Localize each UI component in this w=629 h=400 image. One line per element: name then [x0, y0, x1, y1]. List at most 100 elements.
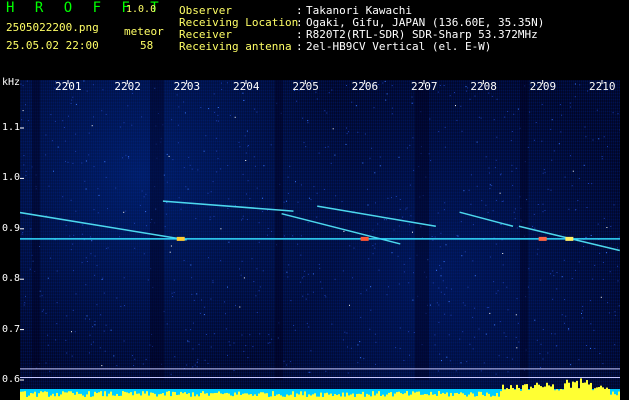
- noise-pixel: [286, 364, 288, 366]
- noise-pixel: [178, 197, 180, 199]
- noise-pixel: [116, 365, 118, 367]
- noise-pixel: [511, 164, 513, 166]
- noise-pixel: [347, 346, 348, 348]
- level-bar: [382, 394, 384, 400]
- noise-pixel: [128, 156, 130, 158]
- noise-pixel: [457, 235, 459, 237]
- noise-pixel: [439, 246, 441, 248]
- level-bar: [180, 391, 182, 400]
- noise-pixel: [578, 359, 580, 361]
- noise-pixel: [403, 360, 405, 361]
- noise-pixel: [220, 260, 222, 262]
- noise-pixel: [533, 213, 535, 215]
- level-bar: [42, 392, 44, 400]
- noise-pixel: [412, 137, 414, 139]
- noise-pixel: [444, 293, 446, 295]
- noise-pixel: [227, 354, 228, 356]
- level-bar: [264, 393, 266, 400]
- noise-pixel: [572, 170, 574, 172]
- noise-pixel: [185, 329, 187, 331]
- noise-pixel: [564, 299, 566, 301]
- level-bar: [494, 396, 496, 400]
- noise-pixel: [228, 341, 230, 343]
- noise-pixel: [456, 119, 458, 121]
- level-bar: [162, 393, 164, 400]
- level-bar: [366, 393, 368, 400]
- noise-pixel: [582, 317, 584, 319]
- noise-pixel: [90, 343, 92, 345]
- noise-pixel: [192, 322, 194, 324]
- level-bar: [126, 392, 128, 400]
- level-bar: [290, 394, 292, 400]
- noise-pixel: [198, 343, 200, 345]
- noise-pixel: [578, 178, 580, 179]
- noise-pixel: [618, 305, 620, 307]
- carrier-hotspot: [538, 236, 547, 241]
- noise-pixel: [480, 117, 482, 119]
- noise-pixel: [577, 200, 579, 201]
- noise-pixel: [184, 112, 186, 114]
- noise-pixel: [500, 174, 501, 176]
- noise-pixel: [105, 324, 107, 326]
- noise-pixel: [507, 309, 509, 311]
- noise-pixel: [81, 233, 83, 235]
- noise-pixel: [234, 116, 236, 118]
- noise-pixel: [553, 275, 555, 277]
- noise-pixel: [485, 333, 487, 335]
- noise-pixel: [193, 299, 195, 301]
- noise-pixel: [429, 304, 431, 306]
- noise-pixel: [249, 198, 251, 200]
- spectrogram-plot: [20, 80, 620, 400]
- noise-pixel: [217, 158, 219, 160]
- noise-pixel: [518, 341, 520, 343]
- noise-pixel: [47, 277, 49, 279]
- noise-pixel: [499, 321, 501, 323]
- level-bar: [138, 393, 140, 400]
- noise-pixel: [245, 160, 247, 161]
- noise-pixel: [166, 181, 168, 183]
- noise-pixel: [41, 295, 43, 297]
- noise-pixel: [511, 358, 513, 360]
- level-bar: [122, 391, 124, 400]
- noise-pixel: [305, 298, 307, 300]
- level-bar: [340, 396, 342, 400]
- noise-pixel: [294, 329, 296, 331]
- level-bar: [476, 396, 478, 400]
- noise-pixel: [474, 275, 476, 277]
- noise-pixel: [347, 372, 349, 374]
- noise-pixel: [259, 333, 261, 335]
- noise-pixel: [460, 362, 462, 364]
- noise-pixel: [589, 300, 591, 302]
- level-bar: [616, 395, 618, 400]
- noise-pixel: [309, 371, 311, 373]
- noise-pixel: [191, 293, 193, 295]
- level-bar: [52, 393, 54, 400]
- level-bar: [394, 393, 396, 400]
- noise-pixel: [220, 228, 222, 230]
- noise-pixel: [66, 315, 68, 317]
- noise-pixel: [104, 161, 106, 163]
- level-bar: [34, 391, 36, 400]
- level-bar: [530, 386, 532, 400]
- noise-pixel: [316, 192, 318, 194]
- noise-pixel: [441, 360, 442, 362]
- level-bar: [230, 395, 232, 400]
- noise-pixel: [104, 350, 106, 352]
- noise-pixel: [406, 207, 408, 209]
- noise-pixel: [398, 225, 400, 227]
- noise-pixel: [288, 264, 290, 266]
- level-bar: [220, 393, 222, 400]
- noise-pixel: [119, 236, 121, 238]
- noise-pixel: [570, 364, 572, 366]
- noise-pixel: [609, 271, 611, 273]
- noise-pixel: [442, 280, 444, 282]
- noise-pixel: [123, 277, 125, 279]
- level-bar: [60, 394, 62, 400]
- level-bar: [570, 387, 572, 400]
- noise-pixel: [189, 164, 191, 166]
- noise-pixel: [617, 280, 619, 282]
- level-bar: [238, 391, 240, 400]
- noise-pixel: [316, 216, 318, 218]
- noise-pixel: [313, 186, 315, 188]
- noise-pixel: [395, 347, 397, 349]
